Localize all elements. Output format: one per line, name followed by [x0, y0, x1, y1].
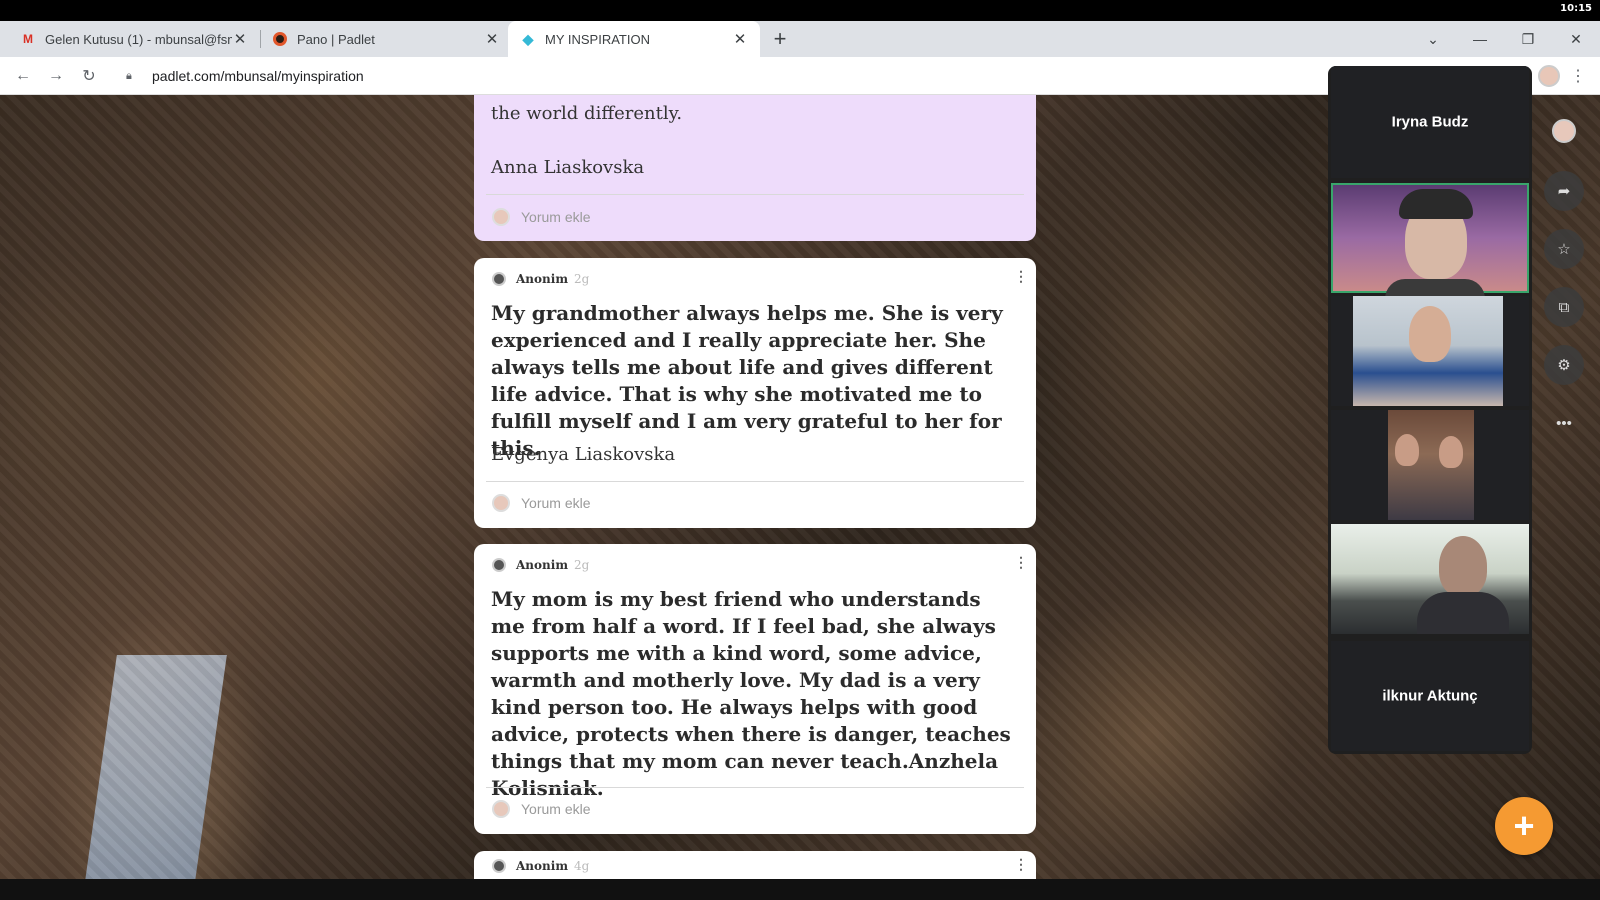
system-top-bar: 10:15 [0, 0, 1600, 21]
participant-face [1409, 306, 1451, 362]
address-bar[interactable]: 🔒︎ padlet.com/mbunsal/myinspiration [116, 61, 1326, 91]
post-body: My grandmother always helps me. She is v… [491, 301, 1003, 460]
padlet-right-rail: ➦ ☆ ⧉ ⚙ ••• [1540, 95, 1590, 879]
participant-name: Iryna Budz [1391, 113, 1469, 131]
commenter-avatar [492, 208, 510, 226]
system-bottom-bar [0, 879, 1600, 900]
post-signature: Evgenya Liaskovska [491, 444, 676, 465]
padlet-diamond-icon: ◆ [522, 30, 534, 47]
post-card[interactable]: Anonim 2g ⋮ My grandmother always helps … [474, 258, 1036, 528]
share-icon[interactable]: ➦ [1544, 171, 1584, 211]
add-comment-label: Yorum ekle [521, 209, 591, 225]
tab-title: Gelen Kutusu (1) - mbunsal@fsm [45, 31, 232, 47]
add-comment-button[interactable]: Yorum ekle [492, 208, 591, 226]
close-icon[interactable]: ✕ [232, 30, 248, 48]
add-comment-button[interactable]: Yorum ekle [492, 494, 591, 512]
participant-video-active[interactable] [1331, 183, 1529, 299]
url-text: padlet.com/mbunsal/myinspiration [152, 68, 364, 84]
add-comment-button[interactable]: Yorum ekle [492, 800, 591, 818]
post-signature: Anna Liaskovska [491, 157, 645, 178]
post-age: 4g [574, 859, 590, 873]
participant-video[interactable] [1331, 296, 1529, 406]
participant-face [1439, 436, 1463, 468]
more-options-icon[interactable]: ⋮ [1014, 554, 1028, 571]
close-icon[interactable]: ✕ [484, 30, 500, 48]
background-window-light [83, 655, 227, 879]
gear-icon[interactable]: ⚙ [1544, 345, 1584, 385]
padlet-icon [272, 31, 288, 47]
star-icon[interactable]: ☆ [1544, 229, 1584, 269]
video-call-panel: Iryna Budz ilknur Aktunç [1328, 66, 1532, 754]
post-author: Anonim 4g [492, 859, 589, 873]
participant-body [1417, 592, 1509, 634]
post-text-end: the world differently. [491, 103, 683, 124]
minimize-icon[interactable]: — [1465, 21, 1495, 57]
author-name: Anonim [516, 272, 569, 286]
tab-title: MY INSPIRATION [545, 31, 650, 47]
commenter-avatar [492, 494, 510, 512]
lock-icon: 🔒︎ [126, 69, 132, 82]
new-tab-button[interactable]: + [770, 21, 790, 57]
participant-video[interactable] [1331, 524, 1529, 634]
participant-tile[interactable]: Iryna Budz [1331, 66, 1529, 178]
more-icon[interactable]: ••• [1544, 403, 1584, 443]
tab-padlet-pano[interactable]: Pano | Padlet ✕ [260, 21, 512, 57]
post-card[interactable]: the world differently. Anna Liaskovska Y… [474, 95, 1036, 241]
restore-icon[interactable]: ❐ [1513, 21, 1543, 57]
commenter-avatar [492, 800, 510, 818]
tab-my-inspiration[interactable]: ◆ MY INSPIRATION ✕ [508, 21, 760, 57]
author-avatar [492, 859, 506, 873]
author-name: Anonim [516, 558, 569, 572]
add-post-button[interactable]: + [1495, 797, 1553, 855]
post-age: 2g [574, 558, 590, 572]
gmail-icon: M [23, 32, 33, 46]
remake-icon[interactable]: ⧉ [1544, 287, 1584, 327]
more-options-icon[interactable]: ⋮ [1014, 268, 1028, 285]
clock: 10:15 [1560, 3, 1592, 14]
profile-avatar[interactable] [1538, 65, 1560, 87]
participant-name: ilknur Aktunç [1382, 687, 1478, 705]
author-name: Anonim [516, 859, 569, 873]
author-avatar [492, 558, 506, 572]
post-body: My mom is my best friend who understands… [491, 587, 1011, 800]
more-options-icon[interactable]: ⋮ [1014, 856, 1028, 873]
tab-search-chevron-icon[interactable]: ⌄ [1418, 21, 1448, 57]
add-comment-label: Yorum ekle [521, 495, 591, 511]
post-card[interactable]: Anonim 2g ⋮ My mom is my best friend who… [474, 544, 1036, 834]
participant-face [1395, 434, 1419, 466]
post-author: Anonim 2g [492, 558, 589, 572]
post-card[interactable]: Anonim 4g ⋮ [474, 851, 1036, 879]
participant-tile[interactable]: ilknur Aktunç [1331, 641, 1529, 751]
participant-face [1439, 536, 1487, 596]
add-comment-label: Yorum ekle [521, 801, 591, 817]
browser-menu-icon[interactable]: ⋮ [1570, 66, 1586, 86]
forward-arrow-icon[interactable]: → [45, 65, 67, 87]
post-author: Anonim 2g [492, 272, 589, 286]
post-age: 2g [574, 272, 590, 286]
back-arrow-icon[interactable]: ← [12, 65, 34, 87]
tab-gmail[interactable]: M Gelen Kutusu (1) - mbunsal@fsm ✕ [8, 21, 260, 57]
close-icon[interactable]: ✕ [732, 30, 748, 48]
participant-hair [1399, 189, 1473, 219]
divider [486, 787, 1024, 788]
window-close-icon[interactable]: ✕ [1561, 21, 1591, 57]
divider [486, 481, 1024, 482]
reload-icon[interactable]: ↻ [78, 65, 100, 87]
author-avatar [492, 272, 506, 286]
divider [486, 194, 1024, 195]
tab-strip: M Gelen Kutusu (1) - mbunsal@fsm ✕ Pano … [0, 21, 1600, 57]
tab-title: Pano | Padlet [297, 31, 375, 47]
participant-video[interactable] [1331, 410, 1529, 520]
user-avatar[interactable] [1552, 119, 1576, 143]
